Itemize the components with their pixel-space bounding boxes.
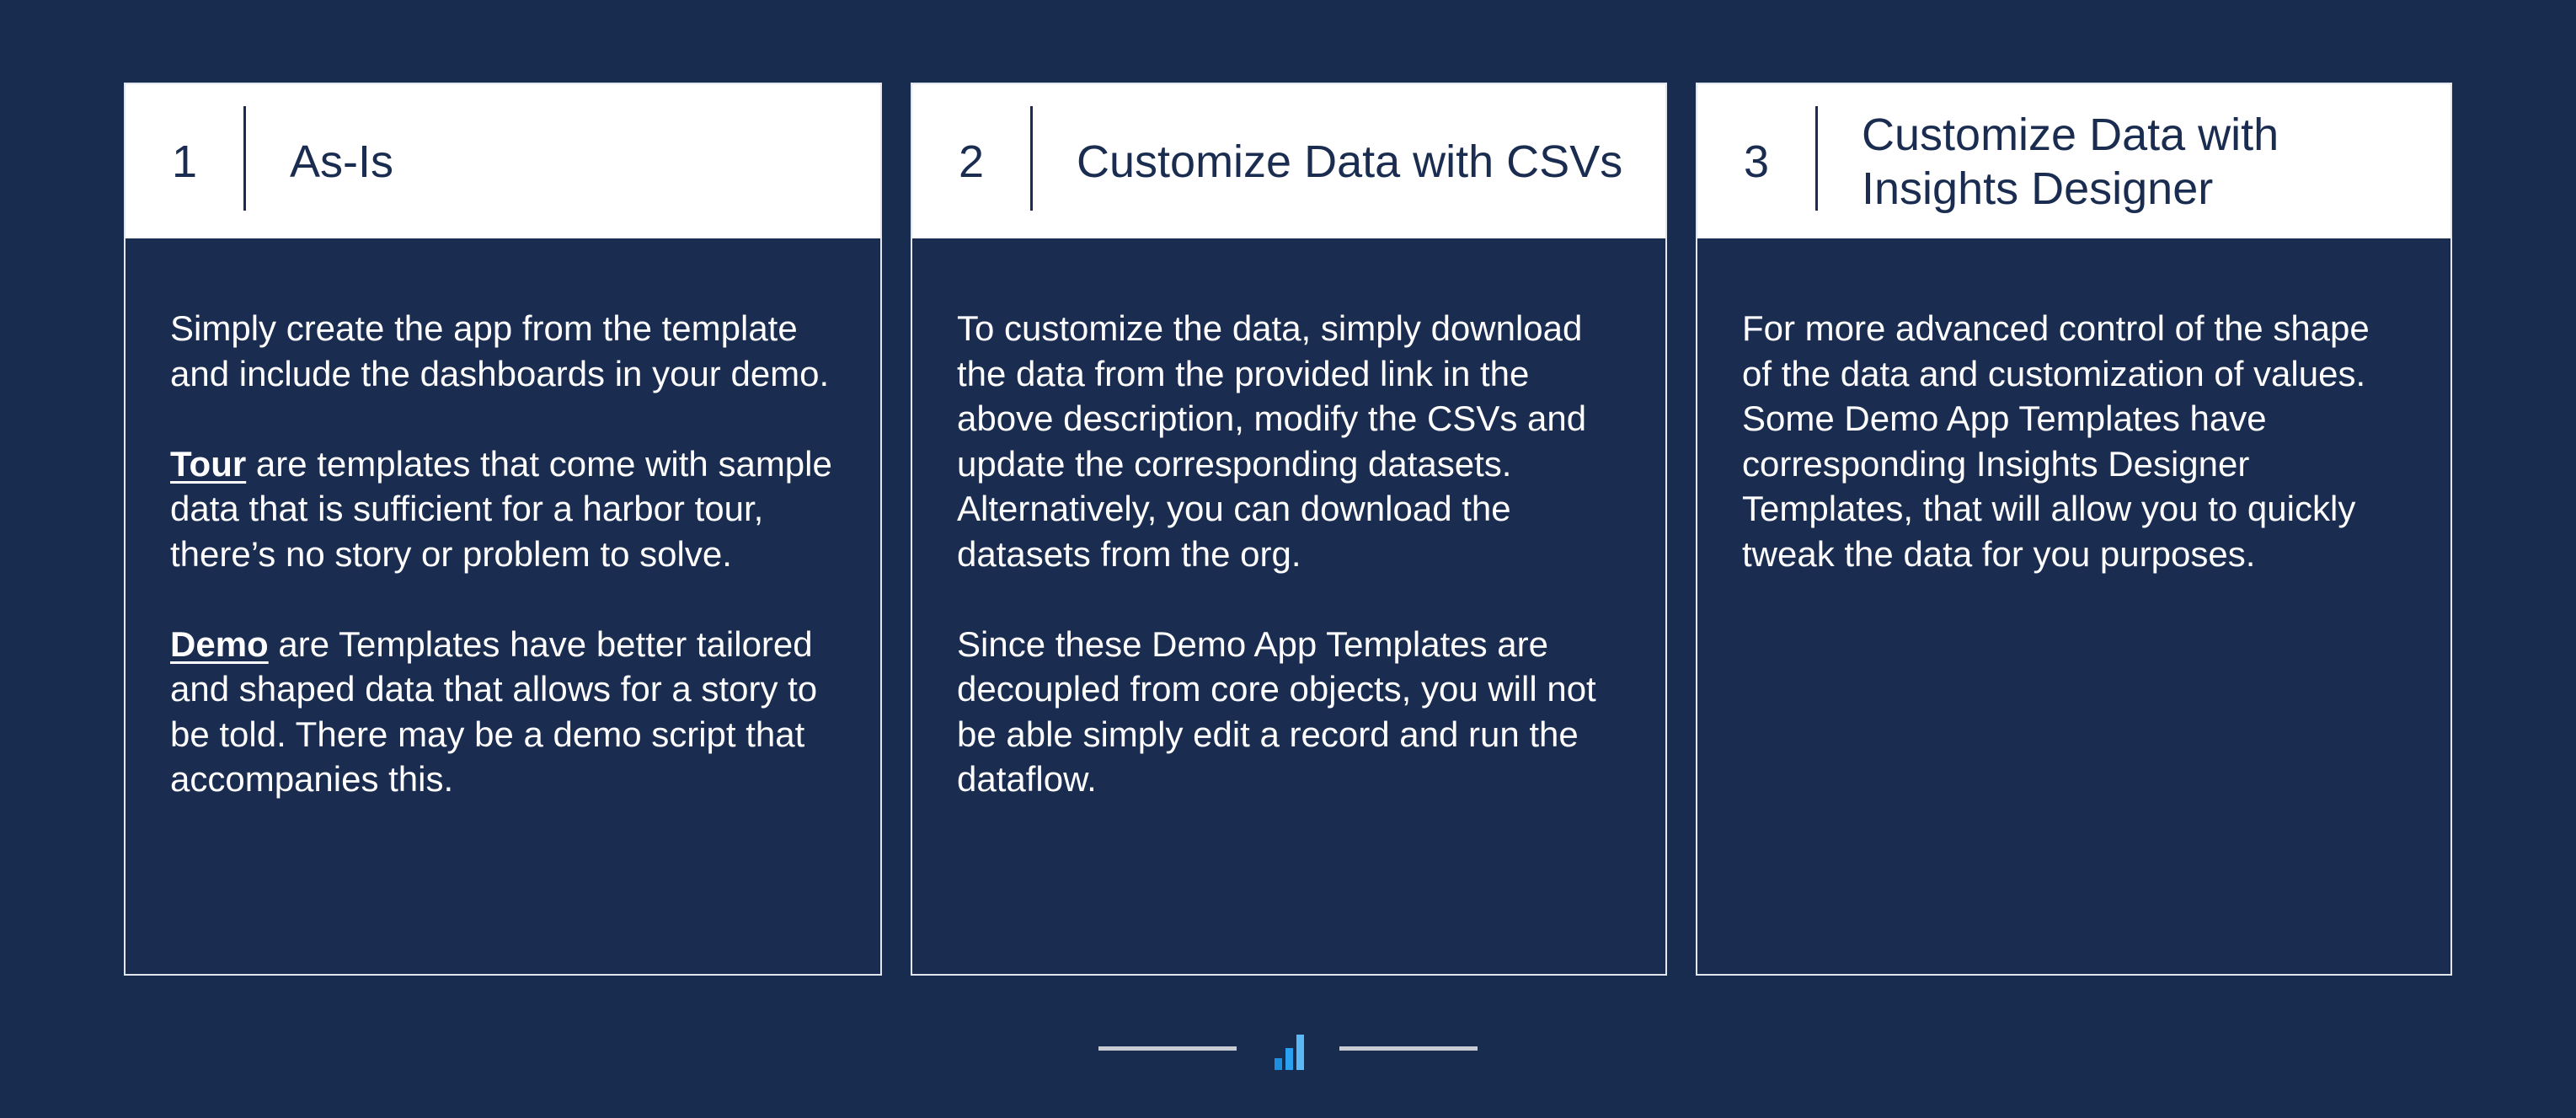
paragraph-text: To customize the data, simply download t… — [957, 308, 1587, 574]
card-paragraph: Tour are templates that come with sample… — [170, 441, 836, 577]
paragraph-text: Simply create the app from the template … — [170, 308, 830, 393]
logo-bar — [1296, 1035, 1304, 1070]
term-tour: Tour — [170, 443, 247, 484]
term-demo: Demo — [170, 623, 269, 664]
card-paragraph: Simply create the app from the template … — [170, 306, 836, 396]
card-header: 2 Customize Data with CSVs — [912, 84, 1665, 238]
card-title: Customize Data with Insights Designer — [1862, 109, 2279, 214]
footer — [0, 1019, 2576, 1078]
card-paragraph: Since these Demo App Templates are decou… — [957, 622, 1622, 802]
card-paragraph: Demo are Templates have better tailored … — [170, 622, 836, 802]
paragraph-text: are templates that come with sample data… — [170, 443, 832, 574]
header-divider — [1030, 106, 1033, 211]
logo-bar — [1285, 1048, 1293, 1070]
step-number: 3 — [1744, 136, 1770, 187]
card-paragraph: To customize the data, simply download t… — [957, 306, 1622, 576]
card-header: 1 As-Is — [126, 84, 880, 238]
header-divider — [1815, 106, 1818, 211]
card-header: 3 Customize Data with Insights Designer — [1697, 84, 2450, 238]
footer-line-right — [1339, 1046, 1478, 1051]
paragraph-text: For more advanced control of the shape o… — [1742, 308, 2370, 574]
card-body: For more advanced control of the shape o… — [1697, 238, 2450, 576]
step-card-3: 3 Customize Data with Insights Designer … — [1696, 83, 2452, 976]
card-paragraph: For more advanced control of the shape o… — [1742, 306, 2407, 576]
step-card-2: 2 Customize Data with CSVs To customize … — [911, 83, 1667, 976]
header-divider — [243, 106, 246, 211]
footer-line-left — [1098, 1046, 1237, 1051]
step-number: 1 — [172, 136, 198, 187]
card-title: Customize Data with CSVs — [1077, 136, 1623, 187]
card-title: As-Is — [290, 136, 394, 187]
card-body: Simply create the app from the template … — [126, 238, 880, 802]
paragraph-text: Since these Demo App Templates are decou… — [957, 623, 1596, 800]
step-number: 2 — [959, 136, 985, 187]
logo-bar — [1275, 1058, 1282, 1070]
step-card-1: 1 As-Is Simply create the app from the t… — [124, 83, 882, 976]
bar-chart-logo-icon — [1275, 1031, 1305, 1070]
card-body: To customize the data, simply download t… — [912, 238, 1665, 802]
